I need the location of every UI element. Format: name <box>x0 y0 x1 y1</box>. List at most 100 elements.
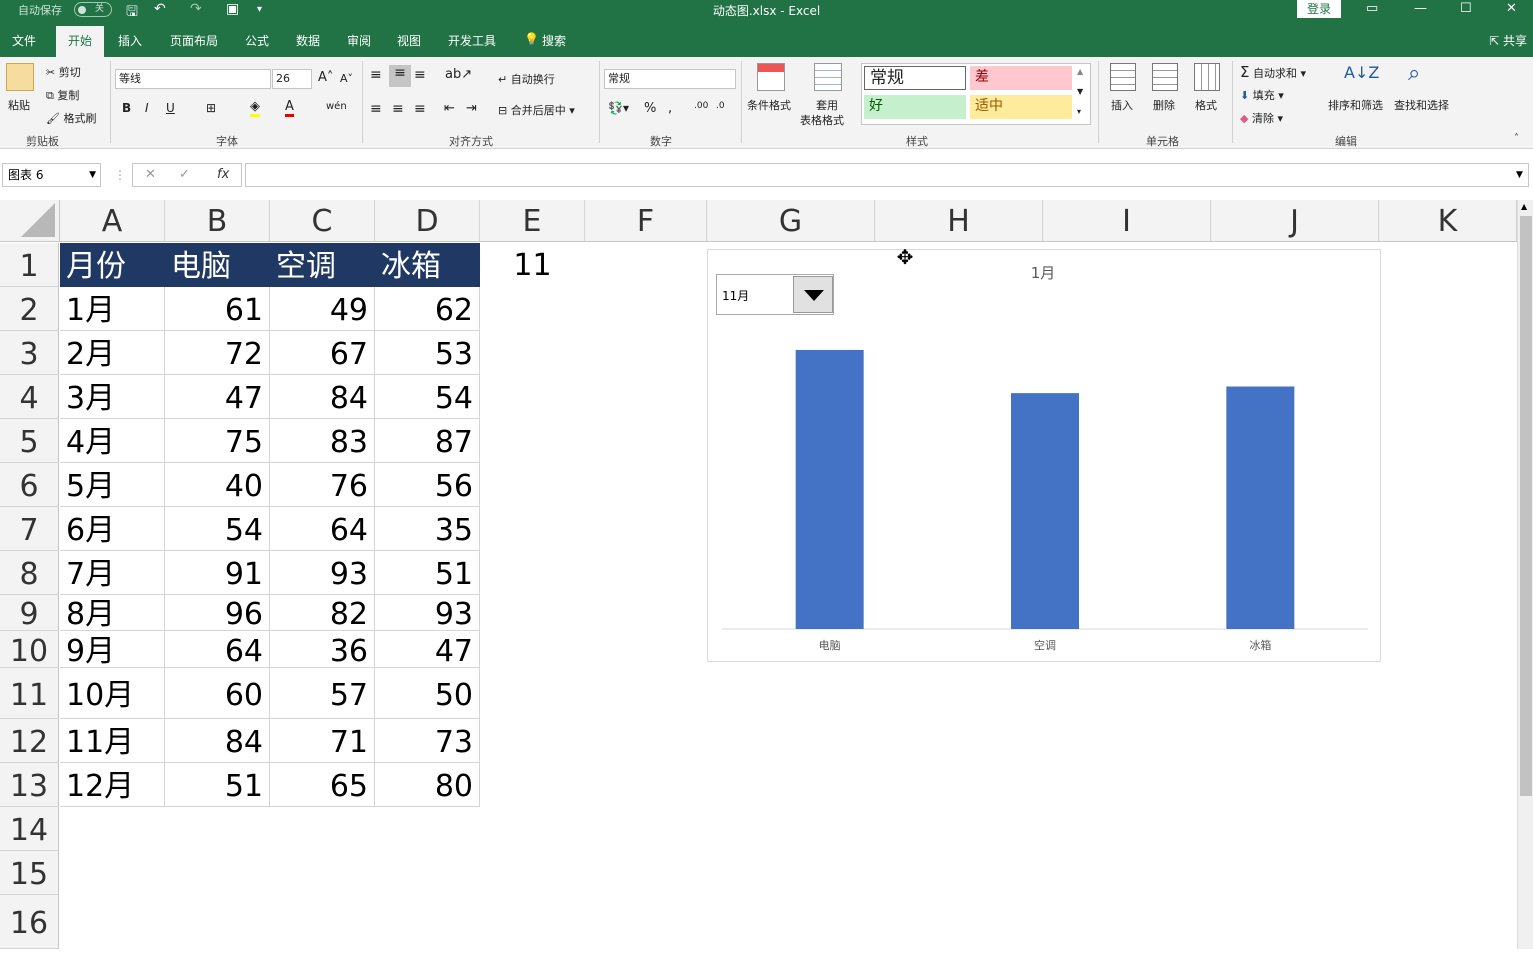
fill-color-icon[interactable]: ◈ <box>250 99 260 117</box>
table-cell[interactable]: 36 <box>270 631 375 668</box>
row-header[interactable]: 1 <box>0 243 59 287</box>
gallery-scroll-down-icon[interactable]: ▼ <box>1077 87 1083 96</box>
scroll-up-icon[interactable]: ▲ <box>1521 202 1527 211</box>
table-cell[interactable]: 47 <box>165 375 270 419</box>
gallery-expand-icon[interactable]: ▾ <box>1077 107 1081 116</box>
table-cell[interactable]: 7月 <box>60 551 165 595</box>
row-header[interactable]: 5 <box>0 419 59 463</box>
format-as-table-icon[interactable] <box>814 63 842 91</box>
table-cell[interactable]: 6月 <box>60 507 165 551</box>
row-header[interactable]: 9 <box>0 595 59 632</box>
font-size-select[interactable]: 26 <box>272 69 312 89</box>
bold-icon[interactable]: B <box>122 101 131 115</box>
table-cell[interactable]: 71 <box>270 719 375 763</box>
month-dropdown[interactable]: 11月 <box>716 274 834 315</box>
merge-center-button[interactable]: ⊟ 合并后居中 ▾ <box>498 102 575 118</box>
select-all-button[interactable] <box>0 200 60 242</box>
table-cell[interactable]: 93 <box>270 551 375 595</box>
table-cell[interactable]: 54 <box>165 507 270 551</box>
table-cell[interactable]: 56 <box>375 463 480 507</box>
table-cell[interactable]: 3月 <box>60 375 165 419</box>
tab-data[interactable]: 数据 <box>296 32 320 49</box>
table-cell[interactable]: 87 <box>375 419 480 463</box>
table-cell[interactable]: 61 <box>165 287 270 331</box>
chart-object[interactable]: 1月 电脑 空调 冰箱 11月 <box>707 249 1381 662</box>
fill-button[interactable]: ⬇ 填充 ▾ <box>1240 87 1284 103</box>
row-header[interactable]: 16 <box>0 895 59 949</box>
tab-review[interactable]: 审阅 <box>347 32 371 49</box>
table-cell[interactable]: 9月 <box>60 631 165 668</box>
row-header[interactable]: 11 <box>0 668 59 719</box>
tab-search[interactable]: 搜索 <box>542 32 566 49</box>
table-cell[interactable]: 54 <box>375 375 480 419</box>
insert-cells-button[interactable]: 插入 <box>1111 97 1133 113</box>
table-cell[interactable]: 96 <box>165 595 270 631</box>
format-painter-button[interactable]: 🖌 格式刷 <box>46 110 96 126</box>
paste-button[interactable]: 粘贴 <box>8 97 30 113</box>
table-cell[interactable]: 84 <box>270 375 375 419</box>
table-header-cell[interactable]: 电脑 <box>165 243 270 287</box>
login-button[interactable]: 登录 <box>1297 0 1341 18</box>
align-middle-icon[interactable]: ≡ <box>389 65 411 87</box>
increase-indent-icon[interactable]: ⇥ <box>466 101 477 116</box>
collapse-ribbon-icon[interactable]: ˄ <box>1514 133 1519 144</box>
row-header[interactable]: 4 <box>0 375 59 419</box>
comma-icon[interactable]: , <box>668 101 672 116</box>
row-header[interactable]: 2 <box>0 287 59 331</box>
orientation-icon[interactable]: ab↗ <box>445 67 472 82</box>
vertical-scrollbar[interactable]: ▲ <box>1517 200 1533 949</box>
style-good[interactable]: 好 <box>864 95 966 119</box>
align-top-icon[interactable]: ≡ <box>370 67 382 83</box>
table-cell[interactable]: 49 <box>270 287 375 331</box>
table-cell[interactable]: 82 <box>270 595 375 631</box>
find-select-icon[interactable]: ⌕ <box>1408 61 1420 86</box>
table-cell[interactable]: 5月 <box>60 463 165 507</box>
font-name-select[interactable]: 等线 <box>115 69 271 89</box>
delete-cells-icon[interactable] <box>1152 63 1178 91</box>
table-header-cell[interactable]: 月份 <box>60 243 165 287</box>
row-header[interactable]: 15 <box>0 851 59 895</box>
table-cell[interactable]: 76 <box>270 463 375 507</box>
table-cell[interactable]: 12月 <box>60 763 165 807</box>
table-cell[interactable]: 64 <box>165 631 270 668</box>
table-cell[interactable]: 51 <box>165 763 270 807</box>
align-right-icon[interactable]: ≡ <box>414 101 426 117</box>
table-cell[interactable]: 57 <box>270 668 375 719</box>
table-cell[interactable]: 1月 <box>60 287 165 331</box>
table-cell[interactable]: 11月 <box>60 719 165 763</box>
find-select-button[interactable]: 查找和选择 <box>1394 97 1449 113</box>
gallery-scroll-up-icon[interactable]: ▲ <box>1077 67 1083 76</box>
style-normal[interactable]: 常规 <box>864 66 966 90</box>
sort-filter-button[interactable]: 排序和筛选 <box>1328 97 1383 113</box>
worksheet[interactable]: ABCDEFGHIJK 1 2 3 4 5 6 7 8 9 10 11 12 13 14 15 16 月份 电脑… <box>0 200 1533 949</box>
scroll-thumb[interactable] <box>1520 216 1532 796</box>
tab-formulas[interactable]: 公式 <box>245 32 269 49</box>
table-header-cell[interactable]: 空调 <box>270 243 375 287</box>
maximize-icon[interactable]: ☐ <box>1460 1 1472 16</box>
expand-formula-icon[interactable]: ▼ <box>1516 170 1523 180</box>
format-as-table-label-2[interactable]: 表格格式 <box>800 112 844 128</box>
tab-insert[interactable]: 插入 <box>118 32 142 49</box>
align-left-icon[interactable]: ≡ <box>370 101 382 117</box>
table-cell[interactable]: 64 <box>270 507 375 551</box>
table-cell[interactable]: 65 <box>270 763 375 807</box>
delete-cells-button[interactable]: 删除 <box>1153 97 1175 113</box>
table-cell[interactable]: 72 <box>165 331 270 375</box>
column-header[interactable]: F <box>585 200 707 242</box>
underline-icon[interactable]: U <box>166 101 175 115</box>
row-header[interactable]: 8 <box>0 551 59 595</box>
column-header[interactable]: I <box>1043 200 1211 242</box>
formula-input[interactable] <box>245 163 1529 187</box>
column-header[interactable]: E <box>480 200 585 242</box>
share-button[interactable]: ⇱ 共享 <box>1489 32 1527 49</box>
close-icon[interactable]: ✕ <box>1506 1 1517 16</box>
column-header[interactable]: A <box>60 200 165 242</box>
table-cell[interactable]: 83 <box>270 419 375 463</box>
row-header[interactable]: 14 <box>0 807 59 851</box>
insert-function-icon[interactable]: fx <box>217 167 229 182</box>
phonetic-icon[interactable]: wén <box>326 101 347 112</box>
row-header[interactable]: 10 <box>0 631 59 669</box>
conditional-format-button[interactable]: 条件格式 <box>747 97 791 113</box>
wrap-text-button[interactable]: ↵ 自动换行 <box>498 71 555 87</box>
decrease-indent-icon[interactable]: ⇤ <box>444 101 455 116</box>
